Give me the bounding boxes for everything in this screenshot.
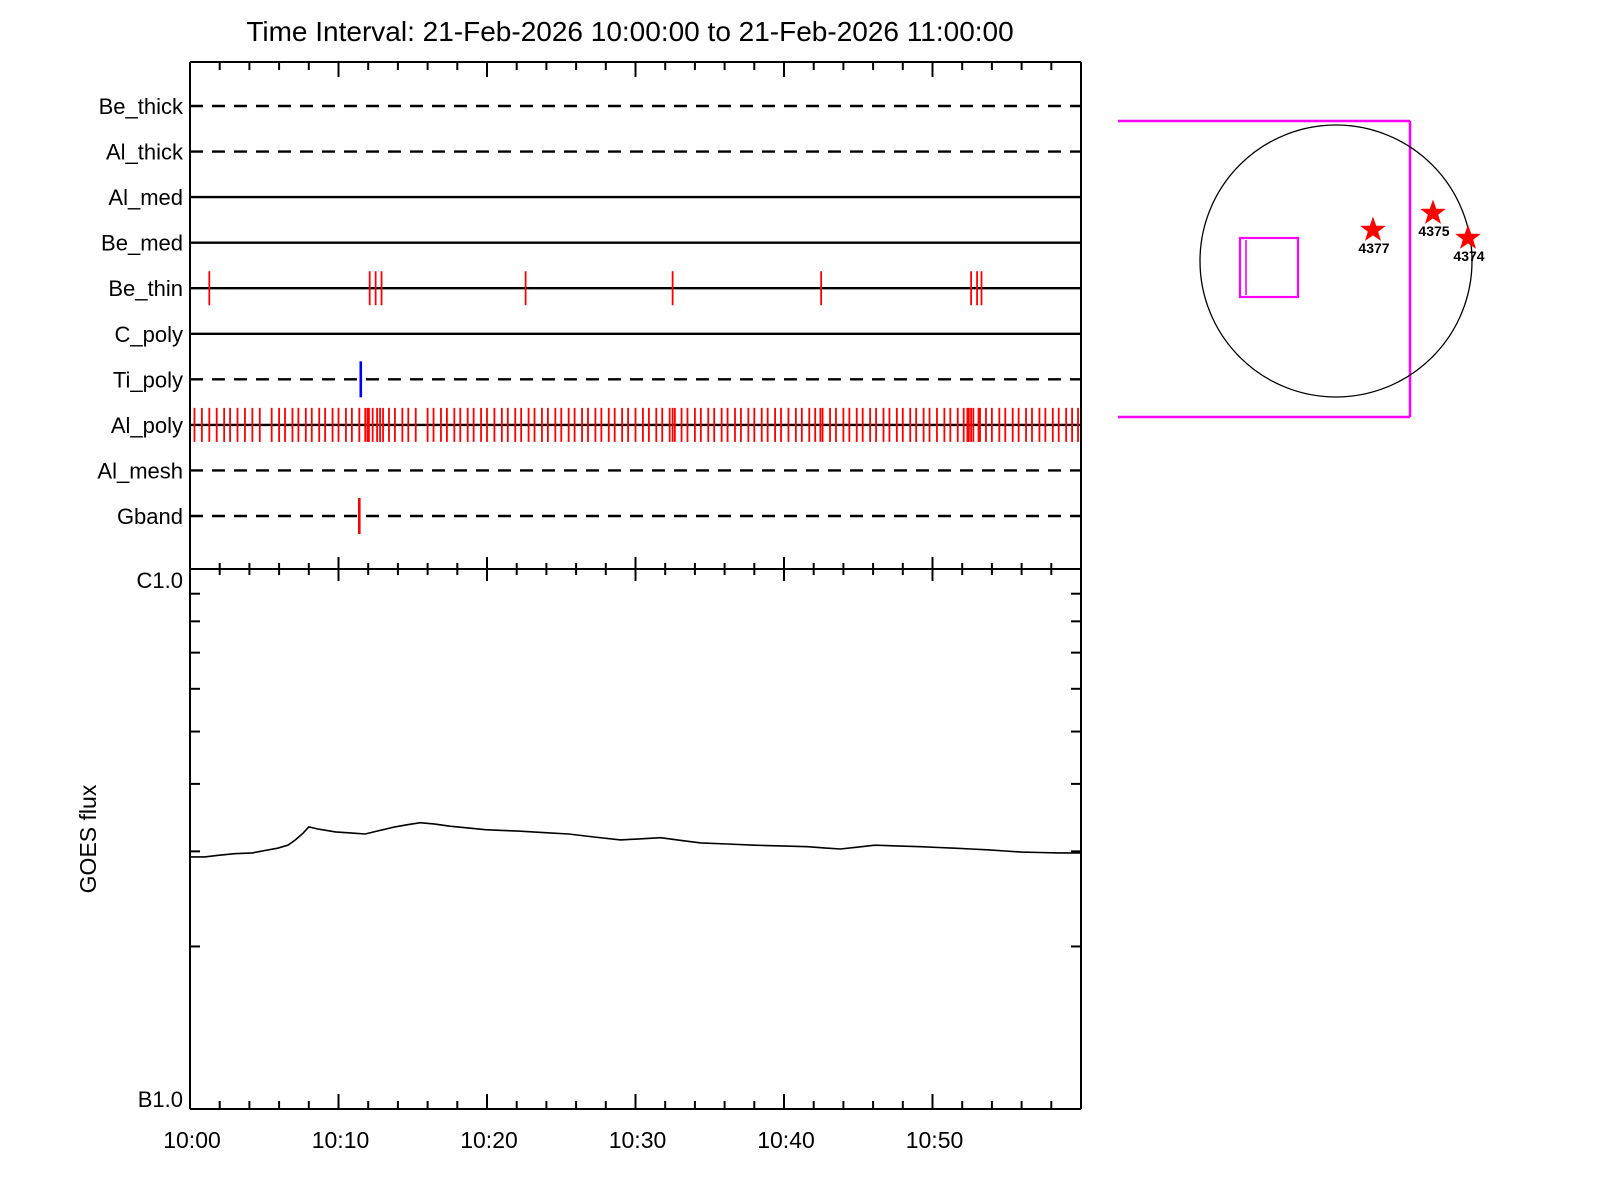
- goes-ymin-label: B1.0: [138, 1087, 183, 1112]
- target-fov-box: [1238, 236, 1300, 299]
- goes-flux-curve: [190, 821, 1081, 858]
- filter-label-Gband: Gband: [117, 504, 183, 529]
- active-region-star-4375: [1420, 199, 1446, 224]
- time-axis-label: 10:20: [460, 1127, 518, 1153]
- active-region-label-4375: 4375: [1418, 223, 1449, 239]
- active-region-label-4374: 4374: [1453, 248, 1484, 264]
- filter-label-C_poly: C_poly: [115, 322, 183, 347]
- filter-label-Ti_poly: Ti_poly: [113, 367, 183, 392]
- filter-label-Al_mesh: Al_mesh: [97, 458, 183, 483]
- active-region-star-4374: [1455, 224, 1481, 249]
- filter-label-Al_med: Al_med: [108, 185, 183, 210]
- time-axis-label: 10:50: [906, 1127, 964, 1153]
- plot-svg: Be_thick Al_thick Al_med Be_med Be_thin C_pol…: [75, 61, 1485, 1153]
- filter-label-Al_poly: Al_poly: [111, 413, 183, 438]
- filter-label-Al_thick: Al_thick: [106, 140, 184, 165]
- active-region-star-4377: [1360, 216, 1386, 241]
- time-axis-label: 10:10: [312, 1127, 370, 1153]
- goes-axis-title: GOES flux: [75, 784, 101, 893]
- time-axis-label: 10:40: [757, 1127, 815, 1153]
- filter-label-Be_thin: Be_thin: [108, 276, 183, 301]
- active-region-label-4377: 4377: [1358, 240, 1389, 256]
- filter-label-Be_med: Be_med: [101, 231, 183, 256]
- goes-ymax-label: C1.0: [137, 568, 183, 593]
- filter-label-Be_thick: Be_thick: [99, 94, 184, 119]
- plot-canvas: Time Interval: 21-Feb-2026 10:00:00 to 2…: [0, 0, 1600, 1200]
- time-axis-label: 10:00: [163, 1127, 221, 1153]
- time-axis-label: 10:30: [609, 1127, 667, 1153]
